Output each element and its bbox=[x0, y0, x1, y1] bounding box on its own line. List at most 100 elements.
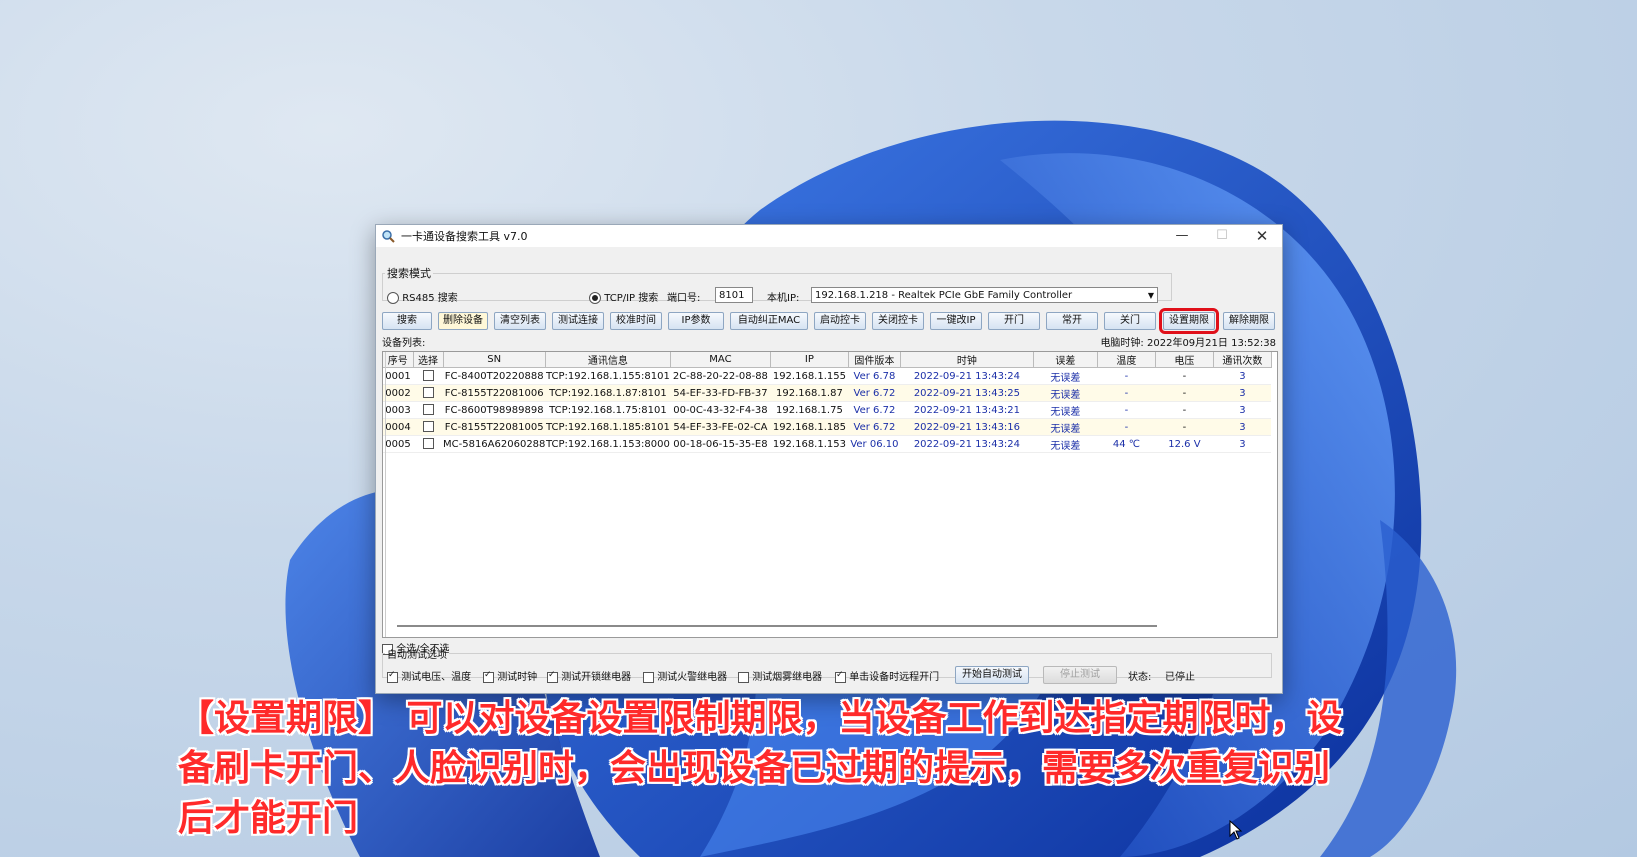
clear-list-button[interactable]: 清空列表 bbox=[494, 312, 546, 330]
close-button[interactable]: ✕ bbox=[1242, 225, 1282, 247]
col-header[interactable]: 时钟 bbox=[900, 352, 1034, 368]
test-clock-option[interactable]: 测试时钟 bbox=[483, 668, 537, 683]
pc-clock-label: 电脑时钟: bbox=[1100, 338, 1144, 349]
col-header[interactable]: 选择 bbox=[413, 352, 444, 368]
status-label: 状态: bbox=[1128, 672, 1152, 683]
tcpip-option[interactable]: TCP/IP 搜索 bbox=[589, 289, 658, 304]
col-header[interactable]: IP bbox=[770, 352, 849, 368]
tcpip-radio[interactable] bbox=[589, 292, 601, 304]
col-header[interactable]: 误差 bbox=[1033, 352, 1098, 368]
option-label: 测试时钟 bbox=[497, 672, 538, 683]
table-row[interactable]: 0002 FC-8155T22081006 TCP:192.168.1.87:8… bbox=[383, 384, 1272, 402]
device-list-label: 设备列表: bbox=[382, 338, 426, 349]
test-clock-checkbox[interactable] bbox=[483, 670, 494, 683]
cell-no: 0002 bbox=[383, 384, 413, 402]
cell-select bbox=[413, 384, 443, 402]
cell-firmware: Ver 6.72 bbox=[848, 418, 901, 436]
option-label: 测试开锁继电器 bbox=[561, 672, 632, 683]
cell-count: 3 bbox=[1213, 418, 1272, 436]
test-fire-relay-checkbox[interactable] bbox=[643, 671, 654, 683]
minimize-button[interactable]: — bbox=[1162, 225, 1202, 247]
title-bar: 一卡通设备搜索工具 v7.0 — ☐ ✕ bbox=[376, 225, 1282, 247]
close-door-button[interactable]: 关门 bbox=[1104, 312, 1156, 330]
col-header[interactable]: 电压 bbox=[1155, 352, 1214, 368]
col-header[interactable]: 温度 bbox=[1097, 352, 1156, 368]
option-label: 测试电压、温度 bbox=[401, 672, 472, 683]
row-checkbox[interactable] bbox=[422, 438, 434, 450]
remote-open-option[interactable]: 单击设备时远程开门 bbox=[835, 668, 939, 683]
cell-no: 0001 bbox=[383, 367, 413, 385]
delete-device-button[interactable]: 删除设备 bbox=[438, 312, 488, 330]
cell-comm: TCP:192.168.1.185:8101 bbox=[545, 418, 671, 436]
enable-card-control-button[interactable]: 启动控卡 bbox=[814, 312, 866, 330]
row-checkbox[interactable] bbox=[422, 387, 434, 399]
remove-expiry-button[interactable]: 解除期限 bbox=[1223, 312, 1275, 330]
open-door-button[interactable]: 开门 bbox=[988, 312, 1040, 330]
fw-version: 06.10 bbox=[869, 438, 899, 450]
cell-comm: TCP:192.168.1.153:8000 bbox=[545, 435, 671, 453]
calibrate-time-button[interactable]: 校准时间 bbox=[610, 312, 662, 330]
cell-count: 3 bbox=[1213, 435, 1272, 453]
col-header[interactable]: SN bbox=[443, 352, 546, 368]
cell-error: 无误差 bbox=[1033, 418, 1098, 436]
local-ip-dropdown[interactable]: 192.168.1.218 - Realtek PCIe GbE Family … bbox=[811, 287, 1158, 303]
cell-comm: TCP:192.168.1.87:8101 bbox=[545, 384, 671, 402]
horizontal-scrollbar[interactable] bbox=[397, 625, 1157, 627]
stop-test-button[interactable]: 停止测试 bbox=[1043, 666, 1117, 684]
ip-params-button[interactable]: IP参数 bbox=[668, 312, 724, 330]
cell-select bbox=[413, 401, 443, 419]
set-expiry-button[interactable]: 设置期限 bbox=[1159, 308, 1219, 334]
col-header[interactable]: 序号 bbox=[383, 352, 414, 368]
rs485-radio[interactable] bbox=[387, 292, 399, 304]
fw-prefix: Ver bbox=[853, 387, 870, 399]
mouse-pointer-icon bbox=[1229, 820, 1243, 840]
tcpip-label: TCP/IP 搜索 bbox=[604, 293, 659, 304]
port-input[interactable]: 8101 bbox=[715, 287, 753, 303]
cell-no: 0005 bbox=[383, 435, 413, 453]
maximize-button[interactable]: ☐ bbox=[1202, 225, 1242, 247]
option-label: 单击设备时远程开门 bbox=[849, 672, 940, 683]
device-table: 序号 选择 SN 通讯信息 MAC IP 固件版本 时钟 误差 温度 电压 通讯… bbox=[382, 351, 1278, 638]
app-window: 一卡通设备搜索工具 v7.0 — ☐ ✕ 搜索模式 RS485 搜索 TCP/I… bbox=[375, 224, 1283, 694]
test-voltage-temp-checkbox[interactable] bbox=[387, 670, 398, 683]
cell-temp: - bbox=[1097, 418, 1156, 436]
test-smoke-relay-option[interactable]: 测试烟雾继电器 bbox=[738, 668, 822, 683]
col-header[interactable]: 通讯次数 bbox=[1213, 352, 1272, 368]
test-unlock-relay-checkbox[interactable] bbox=[547, 670, 558, 683]
rs485-option[interactable]: RS485 搜索 bbox=[387, 289, 458, 304]
pc-clock: 电脑时钟: 2022年09月21日 13:52:38 bbox=[1100, 334, 1276, 349]
cell-count: 3 bbox=[1213, 401, 1272, 419]
row-checkbox[interactable] bbox=[422, 370, 434, 382]
always-open-button[interactable]: 常开 bbox=[1046, 312, 1098, 330]
fw-prefix: Ver bbox=[853, 421, 870, 433]
remote-open-checkbox[interactable] bbox=[835, 670, 846, 683]
row-checkbox[interactable] bbox=[422, 421, 434, 433]
table-row[interactable]: 0003 FC-8600T98989898 TCP:192.168.1.75:8… bbox=[383, 401, 1272, 419]
test-connection-button[interactable]: 测试连接 bbox=[552, 312, 604, 330]
table-row[interactable]: 0005 MC-5816A62060288 TCP:192.168.1.153:… bbox=[383, 435, 1272, 453]
fw-version: 6.72 bbox=[873, 387, 896, 399]
col-header[interactable]: 固件版本 bbox=[848, 352, 901, 368]
row-checkbox[interactable] bbox=[422, 404, 434, 416]
table-row[interactable]: 0004 FC-8155T22081005 TCP:192.168.1.185:… bbox=[383, 418, 1272, 436]
one-click-change-ip-button[interactable]: 一键改IP bbox=[930, 312, 982, 330]
test-unlock-relay-option[interactable]: 测试开锁继电器 bbox=[547, 668, 631, 683]
start-auto-test-button[interactable]: 开始自动测试 bbox=[955, 666, 1029, 684]
cell-no: 0004 bbox=[383, 418, 413, 436]
cell-volt: 12.6 V bbox=[1155, 435, 1214, 453]
test-smoke-relay-checkbox[interactable] bbox=[738, 671, 749, 683]
fw-prefix: Ver bbox=[850, 438, 867, 450]
fw-version: 6.72 bbox=[873, 421, 896, 433]
search-button[interactable]: 搜索 bbox=[382, 312, 432, 330]
window-title: 一卡通设备搜索工具 v7.0 bbox=[401, 230, 528, 243]
test-fire-relay-option[interactable]: 测试火警继电器 bbox=[643, 668, 727, 683]
test-voltage-temp-option[interactable]: 测试电压、温度 bbox=[387, 668, 471, 683]
col-header[interactable]: 通讯信息 bbox=[545, 352, 671, 368]
option-label: 测试烟雾继电器 bbox=[752, 672, 823, 683]
search-mode-legend: 搜索模式 bbox=[387, 267, 431, 280]
cell-firmware: Ver 06.10 bbox=[848, 435, 901, 453]
table-row[interactable]: 0001 FC-8400T20220888 TCP:192.168.1.155:… bbox=[383, 367, 1272, 385]
disable-card-control-button[interactable]: 关闭控卡 bbox=[872, 312, 924, 330]
col-header[interactable]: MAC bbox=[670, 352, 771, 368]
auto-fix-mac-button[interactable]: 自动纠正MAC bbox=[730, 312, 808, 330]
